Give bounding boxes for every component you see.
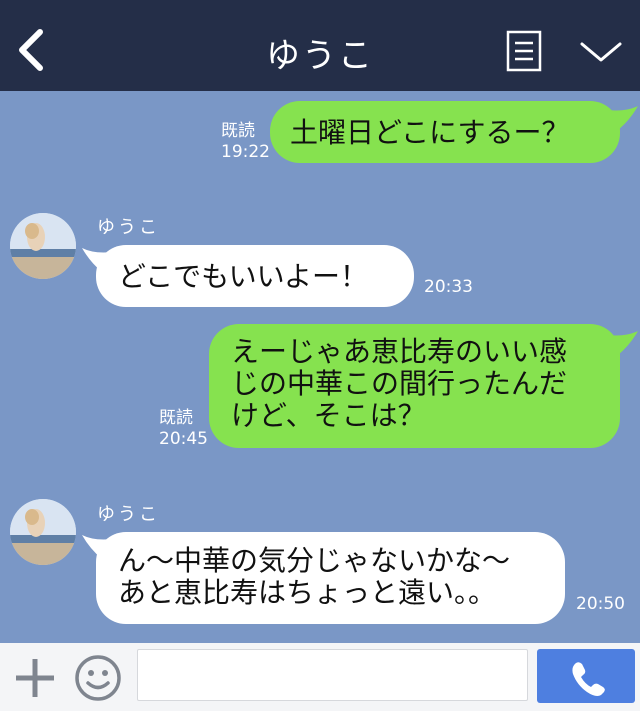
read-receipt: 既読 20:45 <box>159 408 208 450</box>
bubble-tail <box>608 106 638 130</box>
collapse-button[interactable] <box>578 36 624 66</box>
read-label: 既読 <box>221 121 255 141</box>
message-time: 19:22 <box>221 142 270 162</box>
message-line: じの中華この間行ったんだ <box>231 367 568 400</box>
plus-icon <box>16 659 54 697</box>
message-time: 20:33 <box>424 277 473 297</box>
read-label: 既読 <box>159 408 193 428</box>
message-line: ん〜中華の気分じゃないかな〜 <box>118 544 511 577</box>
chat-title: ゆうこ <box>266 36 374 76</box>
read-receipt: 既読 19:22 <box>221 121 270 163</box>
avatar-photo-icon <box>10 213 76 279</box>
smiley-icon <box>75 655 121 701</box>
message-text: どこでもいいよー！ <box>118 260 369 293</box>
chevron-down-icon <box>580 42 622 62</box>
avatar[interactable] <box>10 499 76 565</box>
message-text: 土曜日どこにするー？ <box>290 116 570 149</box>
add-button[interactable] <box>14 657 56 699</box>
message-bubble[interactable]: えーじゃあ恵比寿のいい感 じの中華この間行ったんだ けど、そこは？ <box>209 324 620 448</box>
avatar-photo-icon <box>10 499 76 565</box>
sender-name: ゆうこ <box>97 504 160 525</box>
menu-button[interactable] <box>506 30 542 72</box>
message-time: 20:45 <box>159 429 208 449</box>
sender-name: ゆうこ <box>97 217 160 238</box>
emoji-button[interactable] <box>74 654 122 702</box>
call-button[interactable] <box>537 649 635 703</box>
message-line: けど、そこは？ <box>231 399 426 432</box>
message-bubble[interactable]: どこでもいいよー！ <box>96 245 414 307</box>
message-line: えーじゃあ恵比寿のいい感 <box>231 335 568 368</box>
phone-icon <box>572 662 605 696</box>
menu-icon <box>506 30 542 72</box>
input-bar <box>0 643 640 711</box>
avatar[interactable] <box>10 213 76 279</box>
chat-area[interactable]: 既読 19:22 土曜日どこにするー？ ゆうこ どこでもいいよー！ 20:33 … <box>0 91 640 643</box>
bubble-tail <box>608 331 638 355</box>
message-bubble[interactable]: 土曜日どこにするー？ <box>270 101 620 163</box>
message-time: 20:50 <box>576 594 625 614</box>
message-line: あと恵比寿はちょっと遠い。。 <box>118 576 497 609</box>
message-bubble[interactable]: ん〜中華の気分じゃないかな〜 あと恵比寿はちょっと遠い。。 <box>96 532 565 624</box>
chat-header: ゆうこ <box>0 0 640 91</box>
message-input[interactable] <box>137 649 528 701</box>
